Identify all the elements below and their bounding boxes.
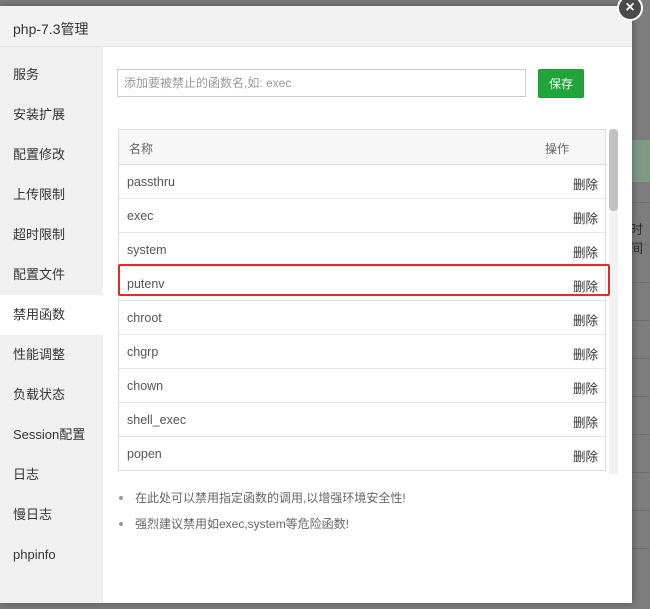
sidebar-item-disabled-functions[interactable]: 禁用函数 [0,295,103,335]
column-header-name: 名称 [129,142,154,156]
tip-item: 强烈建议禁用如exec,system等危险函数! [117,511,406,537]
table-row: popen 删除 [119,437,605,470]
sidebar-item-slow-log[interactable]: 慢日志 [0,495,103,535]
table-row: shell_exec 删除 [119,403,605,437]
disabled-functions-panel: 添加要被禁止的函数名,如: exec 保存 名称 操作 passthru 删除 … [103,47,632,603]
disabled-functions-table: 名称 操作 passthru 删除 exec 删除 system 删除 pute… [118,129,606,471]
function-name: system [127,243,167,257]
sidebar-item-phpinfo[interactable]: phpinfo [0,535,103,575]
function-name: exec [127,209,154,223]
sidebar-item-service[interactable]: 服务 [0,55,103,95]
function-name: chgrp [127,345,159,359]
delete-link[interactable]: 删除 [573,378,598,397]
php-manage-dialog: php-7.3管理 服务 安装扩展 配置修改 上传限制 超时限制 配置文件 禁用… [0,6,632,603]
function-name: popen [127,447,162,461]
table-row: putenv 删除 [119,267,605,301]
delete-link[interactable]: 删除 [573,174,598,193]
tips-list: 在此处可以禁用指定函数的调用,以增强环境安全性! 强烈建议禁用如exec,sys… [117,485,406,537]
tip-item: 在此处可以禁用指定函数的调用,以增强环境安全性! [117,485,406,511]
table-row: exec 删除 [119,199,605,233]
table-row: passthru 删除 [119,165,605,199]
function-name: passthru [127,175,175,189]
table-row: chgrp 删除 [119,335,605,369]
column-header-action: 操作 [545,142,570,156]
function-name-input[interactable]: 添加要被禁止的函数名,如: exec [117,69,526,97]
table-header: 名称 操作 [119,130,605,165]
background-column-label: 时间 [630,222,644,256]
sidebar-item-log[interactable]: 日志 [0,455,103,495]
delete-link[interactable]: 删除 [573,344,598,363]
table-row: system 删除 [119,233,605,267]
sidebar: 服务 安装扩展 配置修改 上传限制 超时限制 配置文件 禁用函数 性能调整 负载… [0,47,103,603]
dialog-header: php-7.3管理 [0,6,632,47]
sidebar-item-load-status[interactable]: 负载状态 [0,375,103,415]
sidebar-item-upload-limit[interactable]: 上传限制 [0,175,103,215]
sidebar-item-config-edit[interactable]: 配置修改 [0,135,103,175]
function-name: chown [127,379,164,393]
function-name: shell_exec [127,413,187,427]
delete-link[interactable]: 删除 [573,276,598,295]
function-name: chroot [127,311,162,325]
sidebar-item-install-extensions[interactable]: 安装扩展 [0,95,103,135]
sidebar-item-performance[interactable]: 性能调整 [0,335,103,375]
dialog-title: php-7.3管理 [13,21,89,37]
delete-link[interactable]: 删除 [573,242,598,261]
save-button[interactable]: 保存 [538,69,584,98]
table-scrollbar-thumb[interactable] [609,129,618,211]
table-row: chown 删除 [119,369,605,403]
delete-link[interactable]: 删除 [573,310,598,329]
delete-link[interactable]: 删除 [573,208,598,227]
sidebar-item-timeout-limit[interactable]: 超时限制 [0,215,103,255]
table-row: chroot 删除 [119,301,605,335]
delete-link[interactable]: 删除 [573,412,598,431]
function-name: putenv [127,277,165,291]
delete-link[interactable]: 删除 [573,446,598,465]
sidebar-item-session-config[interactable]: Session配置 [0,415,103,455]
sidebar-item-config-file[interactable]: 配置文件 [0,255,103,295]
